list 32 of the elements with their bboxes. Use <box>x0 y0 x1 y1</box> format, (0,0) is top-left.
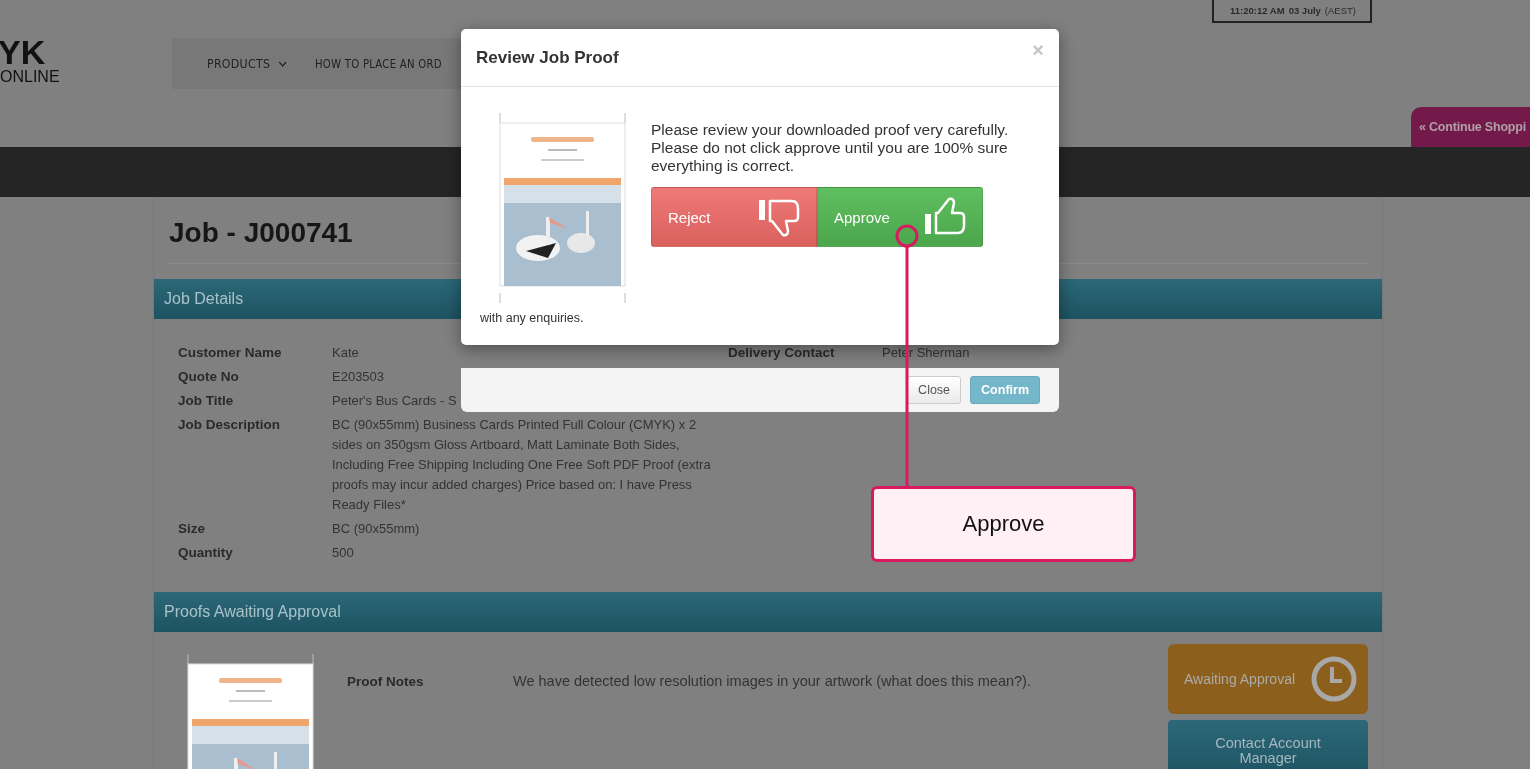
clock-zone: (AEST) <box>1324 5 1356 16</box>
instructions-text: Please review your downloaded proof very carefully. Please do not click approve until you are 100% sure everything is correct. <box>651 121 1010 175</box>
field-value: BC (90x55mm) <box>332 520 420 538</box>
approve-button[interactable]: Approve <box>817 187 983 247</box>
nav-link[interactable]: HOW TO PLACE AN ORD <box>315 56 443 71</box>
callout-box: Approve <box>871 486 1136 562</box>
field-label: Proof Notes <box>347 674 425 689</box>
clock-time: 11:20:12 AM <box>1230 5 1285 16</box>
field-label: Quantity <box>178 544 234 562</box>
contact-manager-button[interactable]: Contact Account Manager <box>1168 720 1368 769</box>
field-label: Delivery Contact <box>728 344 836 362</box>
modal-title: Review Job Proof <box>476 47 619 68</box>
awaiting-approval-button[interactable]: Awaiting Approval <box>1168 644 1368 714</box>
field-label: Job Description <box>178 416 281 434</box>
logo-text: ONLINE <box>0 68 60 86</box>
field-value: Kate <box>332 344 359 362</box>
field-label: Quote No <box>178 368 240 386</box>
field-value: 500 <box>332 544 354 562</box>
confirm-button[interactable]: Confirm <box>970 376 1040 404</box>
close-button[interactable]: Close <box>907 376 962 404</box>
field-value: E203503 <box>332 368 385 386</box>
field-label: Size <box>178 520 206 538</box>
field-value: BC (90x55mm) Business Cards Printed Full Colour (CMYK) x 2 sides on 350gsm Gloss Artboard, Matt Laminate Both Sides, Including Free Shipping Including One Free Soft PDF Proof (extra proofs may incur added charges) Price based on: I have Press Ready Files* <box>332 416 712 514</box>
proof-notes: We have detected low resolution images in your artwork (what does this mean?). <box>513 673 1032 689</box>
section-header: Proofs Awaiting Approval <box>154 592 1382 632</box>
field-label: Customer Name <box>178 344 283 362</box>
clock-date: 03 July <box>1288 5 1321 16</box>
field-label: Job Title <box>178 392 235 410</box>
continue-shopping-button[interactable]: « Continue Shoppi <box>1411 107 1530 147</box>
field-value: Peter's Bus Cards - S <box>332 392 457 410</box>
reject-button[interactable]: Reject <box>651 187 817 247</box>
nav-link[interactable]: PRODUCTS <box>207 56 288 71</box>
